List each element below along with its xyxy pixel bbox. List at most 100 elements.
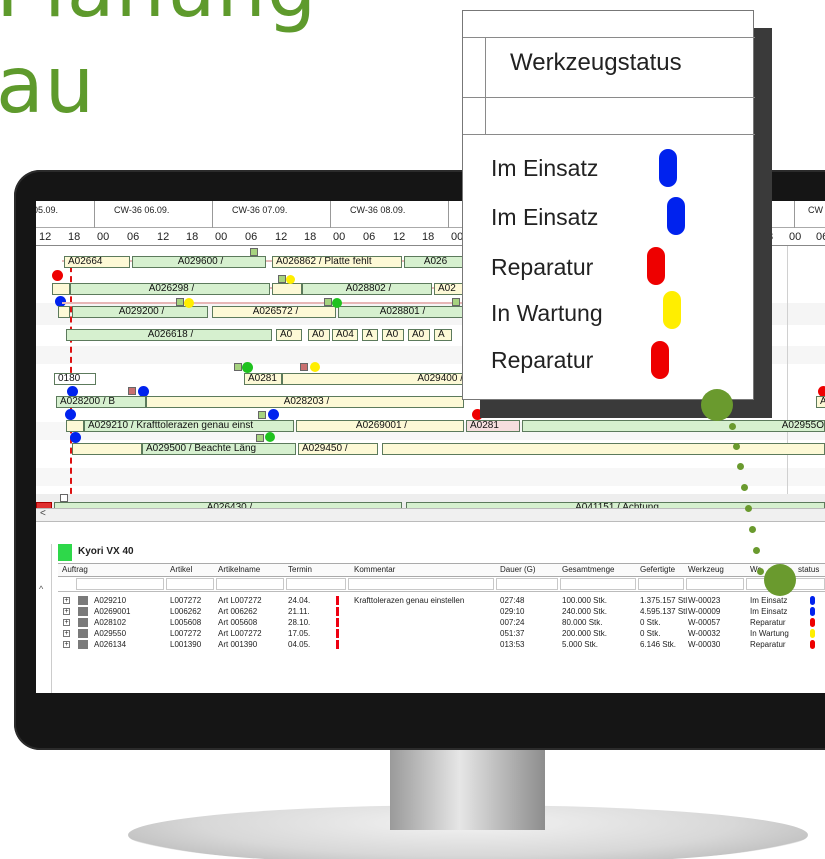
order-bar[interactable]: A0 xyxy=(408,329,430,341)
table-row[interactable]: + A029210 L007272 Art L007272 24.04. Kra… xyxy=(58,596,825,607)
order-bar[interactable]: A028801 / xyxy=(338,306,464,318)
order-bar[interactable] xyxy=(52,283,70,295)
row-color-swatch xyxy=(78,629,88,638)
cell-auftrag: A029210 xyxy=(94,596,127,605)
legend-label: Im Einsatz xyxy=(491,155,599,181)
order-bar[interactable]: A02664 xyxy=(64,256,130,268)
order-bar[interactable]: A0269001 / xyxy=(296,420,464,432)
order-bar[interactable]: A026618 / xyxy=(66,329,272,341)
cell-werkzeug: W-00009 xyxy=(688,607,721,616)
column-header-kommentar[interactable]: Kommentar xyxy=(354,565,395,574)
legend-label: Im Einsatz xyxy=(491,204,599,230)
order-bar[interactable]: A0 xyxy=(276,329,302,341)
column-header-termin[interactable]: Termin xyxy=(288,565,312,574)
order-bar[interactable]: A0281 xyxy=(466,420,520,432)
scroll-left-icon[interactable]: < xyxy=(40,508,46,519)
order-bar[interactable]: A0281 xyxy=(244,373,282,385)
column-header-werkzeug[interactable]: Werkzeug xyxy=(688,565,724,574)
scroll-up-icon[interactable]: ^ xyxy=(39,584,43,594)
column-header-artikelname[interactable]: Artikelname xyxy=(218,565,260,574)
status-pill-icon xyxy=(659,149,677,187)
filter-input[interactable] xyxy=(166,578,214,590)
table-row[interactable]: + A028102 L005608 Art 005608 28.10. 007:… xyxy=(58,618,825,629)
order-bar[interactable]: A028203 / xyxy=(146,396,464,408)
cell-artikel: L005608 xyxy=(170,618,202,627)
order-bar[interactable]: A xyxy=(816,396,825,408)
filter-input[interactable] xyxy=(496,578,558,590)
callout-anchor-dot xyxy=(701,389,733,421)
table-row[interactable]: + A026134 L001390 Art 001390 04.05. 013:… xyxy=(58,640,825,651)
column-header-gefertigte[interactable]: Gefertigte xyxy=(640,565,675,574)
filter-input[interactable] xyxy=(348,578,494,590)
column-header-artikel[interactable]: Artikel xyxy=(170,565,192,574)
order-bar[interactable]: A029450 / xyxy=(298,443,378,455)
order-bar[interactable] xyxy=(72,443,142,455)
order-bar[interactable]: A029400 / xyxy=(282,373,464,385)
cell-artikel: L007272 xyxy=(170,629,202,638)
table-row[interactable]: + A029550 L007272 Art L007272 17.05. 051… xyxy=(58,629,825,640)
expand-icon[interactable]: + xyxy=(63,641,70,648)
grid-vertical-scrollbar[interactable]: ^ xyxy=(36,544,52,693)
order-bar[interactable] xyxy=(272,283,302,295)
status-marker-icon xyxy=(258,411,266,419)
cell-werkzeugstatus: Im Einsatz xyxy=(750,596,788,605)
tool-status-callout: Werkzeugstatus Im Einsatz Im Einsatz Rep… xyxy=(462,10,755,421)
order-bar[interactable] xyxy=(382,443,825,455)
cell-gefertigte: 0 Stk. xyxy=(640,629,661,638)
order-bar[interactable] xyxy=(58,306,70,318)
column-header-werkzeugstatus-2[interactable]: status xyxy=(798,565,819,574)
callout-header: Werkzeugstatus xyxy=(510,49,682,76)
column-header-dauer[interactable]: Dauer (G) xyxy=(500,565,536,574)
row-color-swatch xyxy=(78,607,88,616)
expand-icon[interactable]: + xyxy=(63,619,70,626)
order-bar[interactable]: A026862 / Platte fehlt xyxy=(272,256,402,268)
connector-dot xyxy=(741,484,748,491)
filter-input[interactable] xyxy=(560,578,636,590)
order-bar[interactable]: A02 xyxy=(434,283,464,295)
filter-input[interactable] xyxy=(286,578,346,590)
monitor-stand-neck xyxy=(390,750,545,830)
hour-label: 8 xyxy=(767,231,774,243)
cell-werkzeugstatus: Reparatur xyxy=(750,640,786,649)
order-bar[interactable]: A0 xyxy=(308,329,330,341)
order-bar[interactable]: A028802 / xyxy=(302,283,432,295)
order-bar[interactable]: A026572 / xyxy=(212,306,336,318)
filter-input[interactable] xyxy=(686,578,744,590)
cell-artikelname: Art L007272 xyxy=(218,596,262,605)
table-row[interactable]: + A0269001 L006262 Art 006262 21.11. 029… xyxy=(58,607,825,618)
expand-icon[interactable]: + xyxy=(63,608,70,615)
order-bar[interactable]: A029210 / Krafttolerazen genau einst xyxy=(84,420,294,432)
order-bar[interactable]: A026298 / xyxy=(70,283,270,295)
column-header-gesamtmenge[interactable]: Gesamtmenge xyxy=(562,565,614,574)
cell-gesamtmenge: 200.000 Stk. xyxy=(562,629,607,638)
gantt-horizontal-scrollbar[interactable]: < xyxy=(36,508,825,522)
order-bar[interactable]: A0 xyxy=(382,329,404,341)
order-bar[interactable]: A02955O xyxy=(522,420,825,432)
cell-termin: 17.05. xyxy=(288,629,311,638)
order-bar[interactable]: 0180 xyxy=(54,373,96,385)
order-bar[interactable]: A029600 / xyxy=(132,256,266,268)
order-bar[interactable]: A029500 / Beachte Läng xyxy=(142,443,296,455)
cell-dauer: 029:10 xyxy=(500,607,525,616)
connector-dot xyxy=(753,547,760,554)
filter-input[interactable] xyxy=(76,578,164,590)
order-bar[interactable] xyxy=(66,420,84,432)
expand-icon[interactable]: + xyxy=(63,630,70,637)
filter-input[interactable] xyxy=(216,578,284,590)
order-bar[interactable]: A xyxy=(434,329,452,341)
column-header-auftrag[interactable]: Auftrag xyxy=(62,565,88,574)
cell-werkzeug: W-00023 xyxy=(688,596,721,605)
filter-input[interactable] xyxy=(638,578,684,590)
order-bar[interactable]: A026 xyxy=(404,256,464,268)
order-bar[interactable]: A xyxy=(362,329,378,341)
hour-label: 18 xyxy=(68,231,81,243)
cell-termin: 24.04. xyxy=(288,596,311,605)
hour-label: 18 xyxy=(186,231,199,243)
cell-gefertigte: 4.595.137 Stl xyxy=(640,607,688,616)
day-label: CW-36 07.09. xyxy=(232,205,288,215)
order-bar[interactable]: A04 xyxy=(332,329,358,341)
expand-icon[interactable]: + xyxy=(63,597,70,604)
order-bar[interactable]: A028200 / B xyxy=(56,396,146,408)
status-marker-icon xyxy=(452,298,460,306)
grid-filter-row xyxy=(58,577,825,592)
